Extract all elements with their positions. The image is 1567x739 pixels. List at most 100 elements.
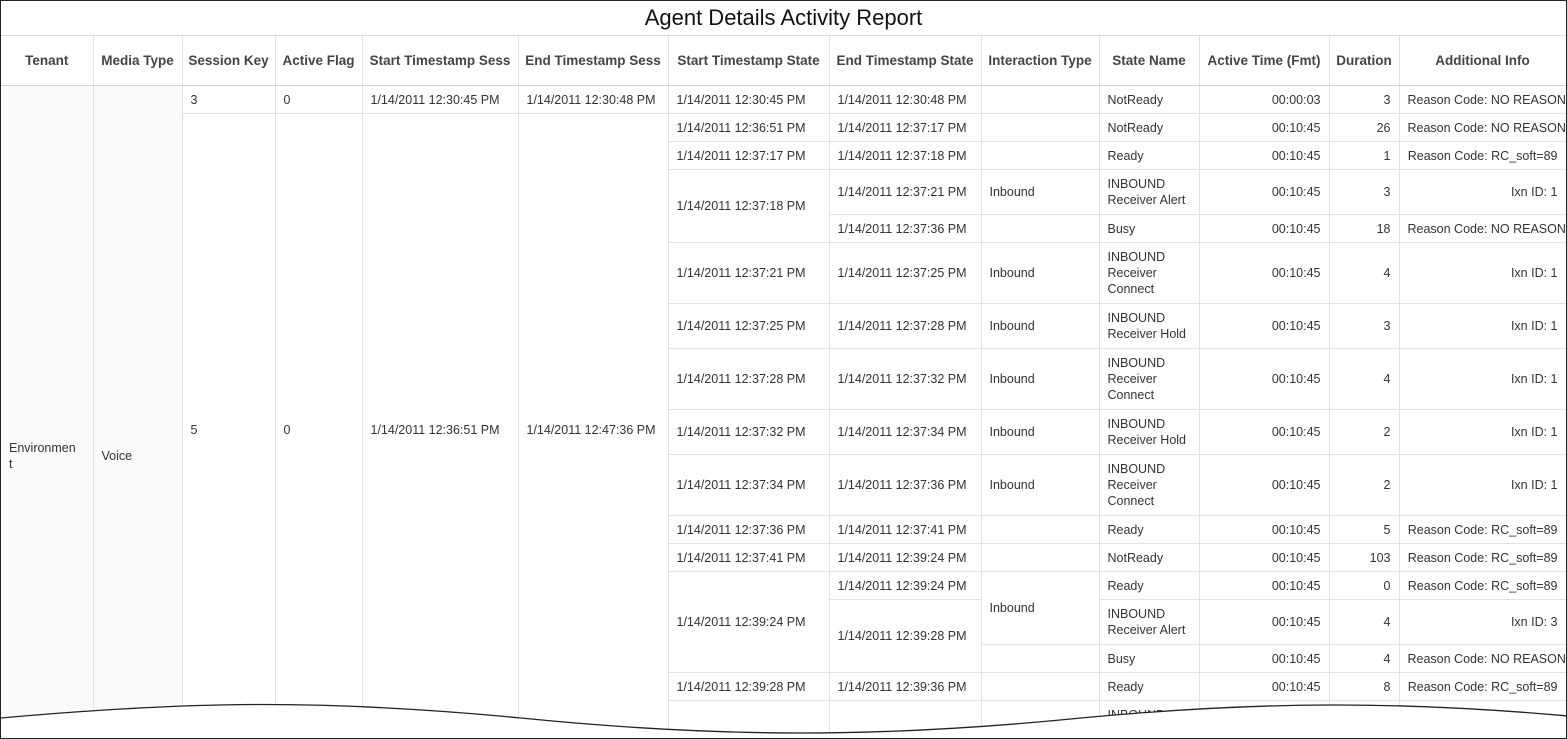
state-name-cell: Ready [1099, 571, 1200, 600]
additional-info-cell: Reason Code: RC_soft=89 [1399, 543, 1566, 572]
additional-info-cell: Ixn ID: 1 [1399, 348, 1566, 410]
interaction-type-cell [981, 141, 1100, 170]
state-name-cell: INBOUND Receiver Alert [1099, 599, 1200, 645]
additional-info-cell: Reason Code: NO REASON [1399, 214, 1566, 243]
additional-info-cell: Ixn ID: 1 [1399, 303, 1566, 349]
duration-cell: 4 [1329, 644, 1400, 673]
start-state-cell: 1/14/2011 12:37:34 PM [668, 454, 830, 516]
end-state-cell: 1/14/2011 12:37:17 PM [829, 113, 982, 142]
additional-info-cell: Ixn ID: 1 [1399, 454, 1566, 516]
state-name-cell: Busy [1099, 214, 1200, 243]
duration-cell: 0 [1329, 571, 1400, 600]
col-header-media-type[interactable]: Media Type [93, 36, 183, 86]
duration-cell: 26 [1329, 113, 1400, 142]
col-header-end-sess[interactable]: End Timestamp Sess [518, 36, 669, 86]
duration-cell: 4 [1329, 599, 1400, 645]
session-key-cell: 3 [182, 85, 276, 114]
interaction-type-cell [981, 515, 1100, 544]
col-header-start-state[interactable]: Start Timestamp State [668, 36, 830, 86]
interaction-type-cell [981, 113, 1100, 142]
state-name-cell: INBOUND Receiver Connect [1099, 454, 1200, 516]
table-row: 5 0 1/14/2011 12:36:51 PM 1/14/2011 12:4… [1, 113, 1566, 738]
col-header-additional-info[interactable]: Additional Info [1399, 36, 1566, 86]
interaction-type-cell [981, 672, 1100, 701]
end-state-cell: 1/14/2011 12:37:36 PM [829, 214, 982, 243]
active-time-cell: 00:10:45 [1199, 599, 1330, 645]
additional-info-cell: Reason Code: NO REASON [1399, 85, 1566, 114]
additional-info-cell: Ixn ID: 3 [1399, 599, 1566, 645]
additional-info-cell: Ixn ID: 1 [1399, 169, 1566, 215]
start-state-cell: 1/14/2011 12:37:25 PM [668, 303, 830, 349]
active-flag-cell: 0 [275, 85, 363, 114]
interaction-type-cell: Inbound [981, 454, 1100, 516]
duration-cell: 2 [1329, 409, 1400, 455]
col-header-start-sess[interactable]: Start Timestamp Sess [362, 36, 519, 86]
state-name-cell: NotReady [1099, 85, 1200, 114]
additional-info-cell: Reason Code: RC_soft=89 [1399, 672, 1566, 701]
start-state-cell: 1/14/2011 12:37:28 PM [668, 348, 830, 410]
state-name-cell: INBOUND Receiver Alert [1099, 169, 1200, 215]
interaction-type-cell [981, 644, 1100, 673]
col-header-tenant[interactable]: Tenant [1, 36, 94, 86]
state-name-cell: INBOUND Receiver Hold [1099, 303, 1200, 349]
end-sess-cell: 1/14/2011 12:47:36 PM [518, 113, 669, 738]
col-header-active-time[interactable]: Active Time (Fmt) [1199, 36, 1330, 86]
active-time-cell: 00:10:45 [1199, 409, 1330, 455]
active-time-cell: 00:10:45 [1199, 454, 1330, 516]
active-flag-cell: 0 [275, 113, 363, 738]
state-name-cell: Ready [1099, 141, 1200, 170]
report-frame: Agent Details Activity Report Tenant Med… [0, 0, 1567, 739]
duration-cell: 103 [1329, 543, 1400, 572]
tenant-cell: Environment [1, 85, 94, 738]
additional-info-cell: Ixn ID: 1 [1399, 242, 1566, 304]
additional-info-cell: Reason Code: RC_soft=89 [1399, 571, 1566, 600]
start-state-cell: 1/14/2011 12:39:28 PM [668, 672, 830, 701]
active-time-cell: 00:00:03 [1199, 85, 1330, 114]
end-state-cell: 1/14/2011 12:37:28 PM [829, 303, 982, 349]
end-state-cell: 1/14/2011 12:30:48 PM [829, 85, 982, 114]
duration-cell: 3 [1329, 303, 1400, 349]
interaction-type-cell: Inbound [981, 169, 1100, 215]
end-state-cell: 1/14/2011 12:39:24 PM [829, 571, 982, 600]
start-state-cell: 1/14/2011 12:37:21 PM [668, 242, 830, 304]
duration-cell: 3 [1329, 169, 1400, 215]
end-state-cell: 1/14/2011 12:37:18 PM [829, 141, 982, 170]
active-time-cell: 00:10:45 [1199, 644, 1330, 673]
end-state-cell: 1/14/2011 12:37:32 PM [829, 348, 982, 410]
interaction-type-cell [981, 543, 1100, 572]
state-name-cell: Ready [1099, 515, 1200, 544]
active-time-cell: 00:10:45 [1199, 141, 1330, 170]
state-name-cell: INBOUND Receiver Hold [1099, 409, 1200, 455]
state-name-cell: Busy [1099, 644, 1200, 673]
col-header-end-state[interactable]: End Timestamp State [829, 36, 982, 86]
start-state-cell: 1/14/2011 12:37:41 PM [668, 543, 830, 572]
table-row: Environment Voice 3 0 1/14/2011 12:30:45… [1, 85, 1566, 738]
additional-info-cell: Ixn ID: 1 [1399, 409, 1566, 455]
active-time-cell: 00:10:45 [1199, 242, 1330, 304]
start-state-cell: 1/14/2011 12:37:17 PM [668, 141, 830, 170]
end-state-cell: 1/14/2011 12:37:21 PM [829, 169, 982, 215]
col-header-session-key[interactable]: Session Key [182, 36, 276, 86]
session-key-cell: 5 [182, 113, 276, 738]
col-header-state-name[interactable]: State Name [1099, 36, 1200, 86]
active-time-cell: 00:10:45 [1199, 113, 1330, 142]
start-state-cell: 1/14/2011 12:30:45 PM [668, 85, 830, 114]
end-state-cell: 1/14/2011 12:37:25 PM [829, 242, 982, 304]
active-time-cell: 00:10:45 [1199, 303, 1330, 349]
media-type-cell: Voice [93, 85, 183, 738]
duration-cell: 8 [1329, 672, 1400, 701]
interaction-type-cell: Inbound [981, 348, 1100, 410]
start-state-cell: 1/14/2011 12:39:24 PM [668, 571, 830, 673]
active-time-cell: 00:10:45 [1199, 543, 1330, 572]
col-header-active-flag[interactable]: Active Flag [275, 36, 363, 86]
duration-cell: 4 [1329, 242, 1400, 304]
col-header-interaction-type[interactable]: Interaction Type [981, 36, 1100, 86]
interaction-type-cell: Inbound [981, 242, 1100, 304]
torn-edge-wave [1, 703, 1566, 738]
active-time-cell: 00:10:45 [1199, 672, 1330, 701]
end-state-cell: 1/14/2011 12:39:24 PM [829, 543, 982, 572]
active-time-cell: 00:10:45 [1199, 515, 1330, 544]
col-header-duration[interactable]: Duration [1329, 36, 1400, 86]
start-sess-cell: 1/14/2011 12:30:45 PM [362, 85, 519, 114]
interaction-type-cell [981, 214, 1100, 243]
